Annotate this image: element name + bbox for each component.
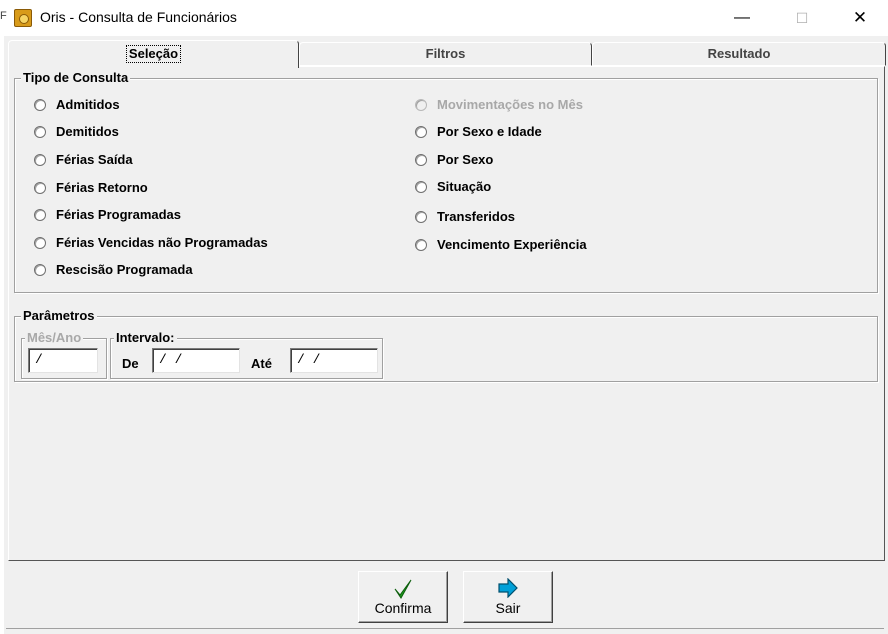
maximize-icon: ☐ <box>795 10 809 26</box>
title-bar: F Oris - Consulta de Funcionários — ☐ ✕ <box>0 0 888 36</box>
confirma-button[interactable]: Confirma <box>358 571 448 623</box>
radio-circle-icon <box>415 239 427 251</box>
status-bar <box>6 628 884 634</box>
radio-circle-icon <box>415 126 427 138</box>
parametros-legend: Parâmetros <box>21 308 97 324</box>
radio-label: Transferidos <box>437 209 516 224</box>
radio-label: Por Sexo e Idade <box>437 124 542 139</box>
mes-ano-legend: Mês/Ano <box>25 330 84 346</box>
tab-filtros-label: Filtros <box>425 46 466 61</box>
close-icon: ✕ <box>852 8 868 27</box>
intervalo-de-input[interactable]: / / <box>152 348 240 373</box>
tab-selecao[interactable]: Seleção <box>8 40 299 68</box>
parametros-group: Parâmetros Mês/Ano / Intervalo: De / / A… <box>14 308 878 382</box>
radio-label: Férias Programadas <box>56 207 182 222</box>
tab-filtros[interactable]: Filtros <box>299 42 592 66</box>
mes-ano-group: Mês/Ano / <box>21 330 107 379</box>
radio-circle-icon <box>34 264 46 276</box>
window-title: Oris - Consulta de Funcionários <box>40 9 237 25</box>
radio-label: Demitidos <box>56 124 119 139</box>
maximize-button[interactable]: ☐ <box>780 4 824 32</box>
app-icon <box>14 9 32 27</box>
ate-label: Até <box>251 356 272 371</box>
tab-panel-selecao: Tipo de Consulta Admitidos Demitidos Fér… <box>8 66 885 561</box>
radio-circle-icon <box>34 209 46 221</box>
radio-label: Férias Vencidas não Programadas <box>56 235 268 250</box>
radio-circle-icon <box>415 99 427 111</box>
tab-resultado-label: Resultado <box>707 46 771 61</box>
tipo-consulta-group: Tipo de Consulta Admitidos Demitidos Fér… <box>14 70 878 293</box>
de-label: De <box>122 356 139 371</box>
close-button[interactable]: ✕ <box>838 4 882 32</box>
intervalo-ate-input[interactable]: / / <box>290 348 378 373</box>
intervalo-legend: Intervalo: <box>114 330 177 346</box>
radio-label: Vencimento Experiência <box>437 237 587 252</box>
tipo-consulta-legend: Tipo de Consulta <box>21 70 131 86</box>
radio-label: Admitidos <box>56 97 120 112</box>
minimize-icon: — <box>734 9 750 26</box>
radio-circle-icon <box>34 99 46 111</box>
radio-label: Movimentações no Mês <box>437 97 583 112</box>
left-edge-mark: F <box>0 10 7 22</box>
mes-ano-input[interactable]: / <box>28 348 98 373</box>
radio-circle-icon <box>415 181 427 193</box>
radio-label: Por Sexo <box>437 152 494 167</box>
radio-circle-icon <box>34 126 46 138</box>
tab-selecao-label: Seleção <box>125 45 182 63</box>
radio-circle-icon <box>415 211 427 223</box>
arrow-right-icon <box>497 577 519 601</box>
radio-label: Situação <box>437 179 492 194</box>
radio-circle-icon <box>34 237 46 249</box>
sair-label: Sair <box>495 600 521 616</box>
radio-label: Férias Saída <box>56 152 133 167</box>
radio-circle-icon <box>34 182 46 194</box>
confirma-label: Confirma <box>374 600 432 616</box>
tab-resultado[interactable]: Resultado <box>592 42 886 66</box>
radio-label: Férias Retorno <box>56 180 148 195</box>
sair-button[interactable]: Sair <box>463 571 553 623</box>
minimize-button[interactable]: — <box>720 4 764 32</box>
radio-circle-icon <box>34 154 46 166</box>
radio-label: Rescisão Programada <box>56 262 193 277</box>
intervalo-group: Intervalo: De / / Até / / <box>110 330 383 379</box>
radio-circle-icon <box>415 154 427 166</box>
